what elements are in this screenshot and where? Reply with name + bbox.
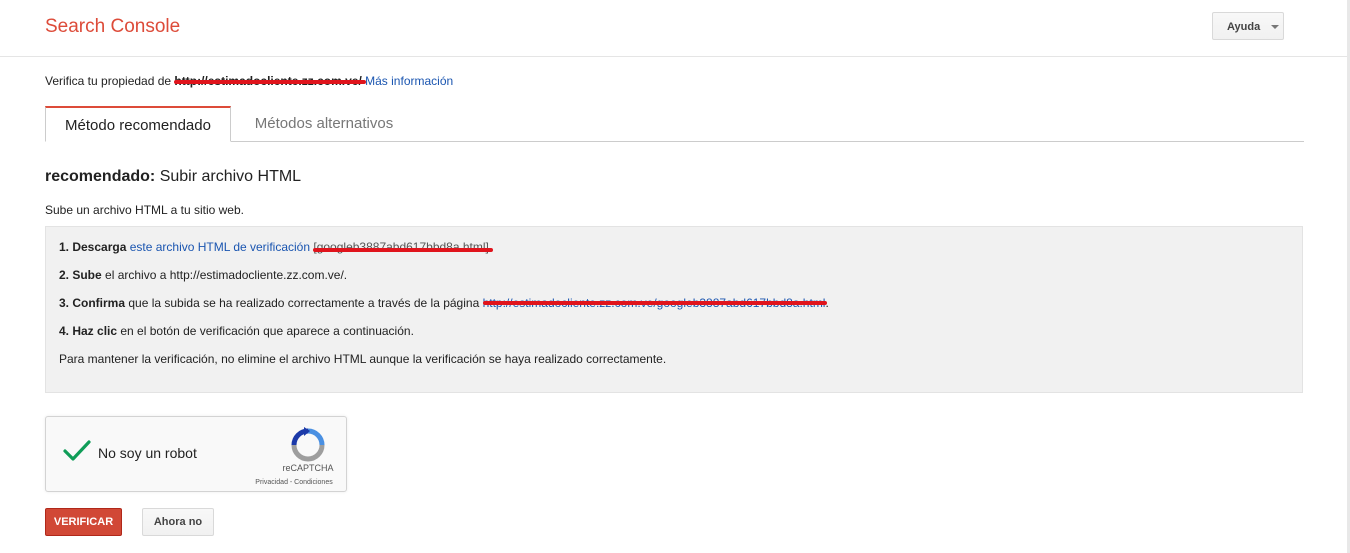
step-confirm: 3. Confirma que la subida se ha realizad…	[59, 296, 829, 310]
step-click: 4. Haz clic en el botón de verificación …	[59, 324, 414, 338]
help-button[interactable]: Ayuda	[1212, 12, 1284, 40]
step-download: 1. Descarga este archivo HTML de verific…	[59, 240, 493, 254]
help-button-label: Ayuda	[1227, 21, 1261, 33]
maintain-note: Para mantener la verificación, no elimin…	[59, 352, 667, 366]
verify-button[interactable]: VERIFICAR	[45, 508, 122, 536]
checkmark-icon[interactable]	[62, 439, 92, 463]
header: Search Console Ayuda	[0, 0, 1347, 57]
confirm-page-link[interactable]: http://estimadocliente.zz.com.ve/googleb…	[482, 296, 828, 310]
redaction-mark	[174, 80, 366, 84]
step-upload: 2. Sube el archivo a http://estimadoclie…	[59, 268, 348, 282]
tab-alternative-methods[interactable]: Métodos alternativos	[233, 106, 415, 141]
verify-property-line: Verifica tu propiedad de http://estimado…	[45, 74, 453, 88]
verify-prefix: Verifica tu propiedad de	[45, 74, 175, 88]
recaptcha-label: No soy un robot	[98, 445, 197, 461]
method-tabs: Método recomendado Métodos alternativos	[45, 106, 1304, 142]
method-title: recomendado: Subir archivo HTML	[45, 168, 301, 186]
tab-recommended-method[interactable]: Método recomendado	[45, 106, 231, 142]
app-logo: Search Console	[45, 16, 181, 37]
steps-panel: 1. Descarga este archivo HTML de verific…	[45, 226, 1303, 393]
method-title-rest: Subir archivo HTML	[155, 168, 302, 185]
recaptcha-brand: reCAPTCHA	[282, 463, 334, 473]
download-file-link[interactable]: este archivo HTML de verificación	[130, 240, 310, 254]
chevron-down-icon	[1271, 25, 1279, 29]
recaptcha-logo-icon	[291, 427, 325, 462]
property-url: http://estimadocliente.zz.com.ve/	[174, 74, 366, 88]
redaction-mark	[313, 248, 493, 252]
recaptcha-links[interactable]: Privacidad - Condiciones	[244, 479, 344, 486]
verification-filename: [googleb3887abd617bbd8a.html]	[313, 240, 493, 254]
more-info-link[interactable]: Más información	[365, 74, 453, 88]
not-now-button[interactable]: Ahora no	[142, 508, 214, 536]
recaptcha-widget: No soy un robot reCAPTCHA Privacidad - C…	[45, 416, 347, 492]
method-description: Sube un archivo HTML a tu sitio web.	[45, 203, 244, 217]
method-title-bold: recomendado:	[45, 168, 156, 185]
redaction-mark	[482, 301, 828, 305]
